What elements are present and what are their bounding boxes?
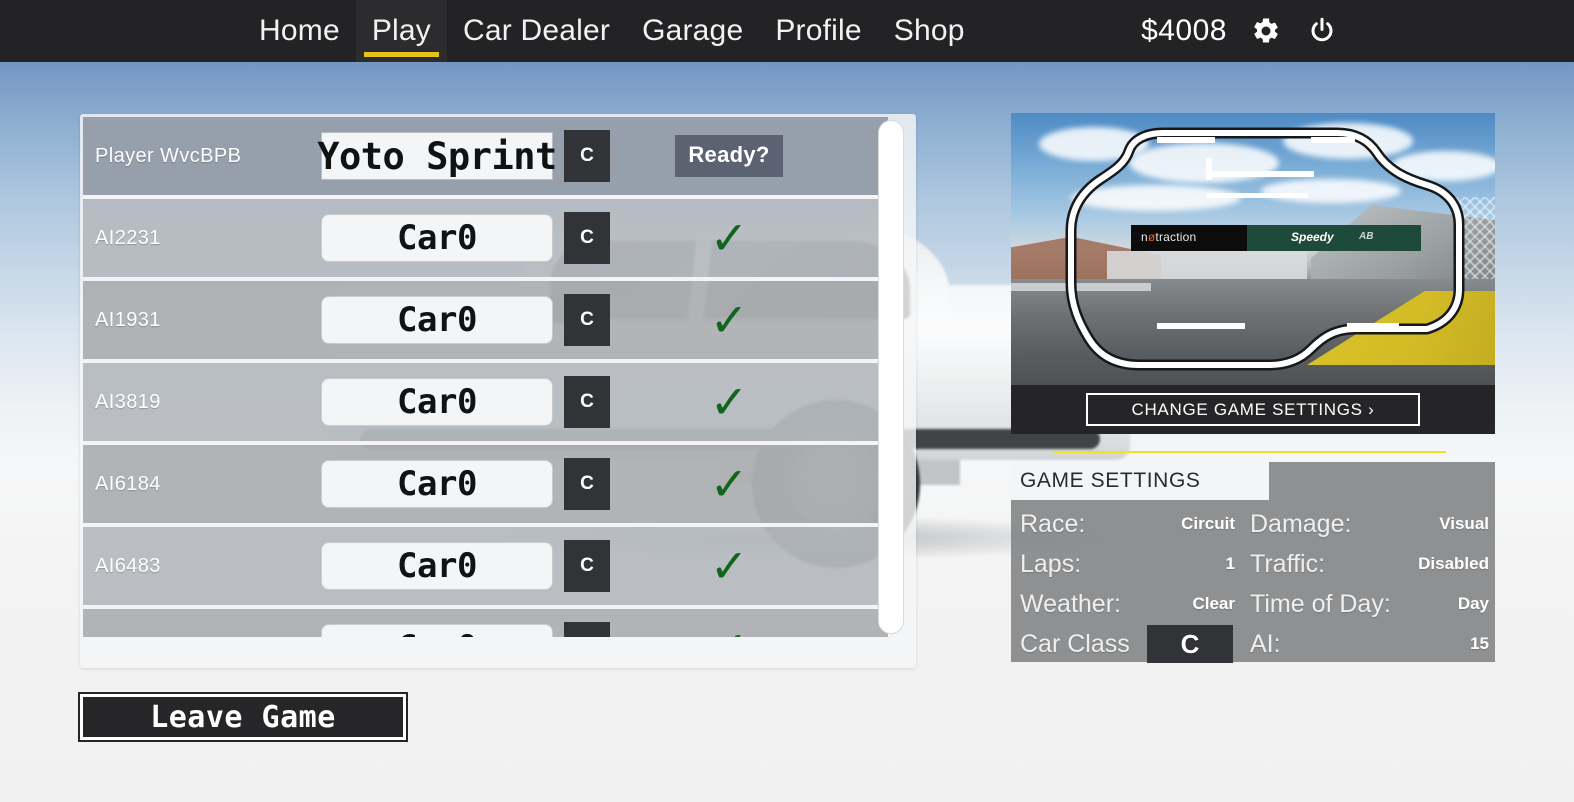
nav-item-shop[interactable]: Shop	[878, 0, 981, 62]
banner-sponsor-speedy: Speedy	[1291, 230, 1334, 244]
player-status-cell: ✓	[610, 379, 888, 425]
car-name-field: Car0	[321, 214, 553, 262]
nav-item-home[interactable]: Home	[243, 0, 356, 62]
car-class-badge: C	[564, 458, 610, 510]
nav-item-profile[interactable]: Profile	[759, 0, 877, 62]
car-class-badge: C	[564, 540, 610, 592]
ready-check-icon: ✓	[710, 625, 749, 637]
accent-divider	[1053, 451, 1446, 453]
car-class-badge: C	[564, 376, 610, 428]
player-list-panel: Player WvcBPB Yoto Sprint C Ready? AI2231 Car…	[80, 114, 916, 668]
car-class-badge: C	[564, 622, 610, 637]
car-name-field: Car0	[321, 624, 553, 637]
setting-label: Laps:	[1020, 550, 1082, 578]
car-class-badge: C	[564, 212, 610, 264]
preview-action-bar: CHANGE GAME SETTINGS ›	[1011, 385, 1495, 434]
nav-item-car-dealer[interactable]: Car Dealer	[447, 0, 626, 62]
player-name: AI6184	[95, 472, 161, 495]
player-name: AI3819	[95, 390, 161, 413]
player-list-viewport: Player WvcBPB Yoto Sprint C Ready? AI2231 Car…	[83, 117, 888, 637]
player-row: Player WvcBPB Yoto Sprint C Ready?	[83, 117, 888, 199]
setting-car-class-chip[interactable]: C	[1139, 624, 1241, 664]
ready-check-icon: ✓	[709, 458, 749, 510]
game-settings-grid: Race: Circuit Damage: Visual Laps: 1 Traffic: D…	[1011, 504, 1495, 664]
road-marking	[1011, 283, 1151, 291]
car-name-field[interactable]: Yoto Sprint	[317, 132, 557, 180]
game-settings-title: GAME SETTINGS	[1011, 462, 1269, 500]
game-settings-panel: GAME SETTINGS Race: Circuit Damage: Visual L…	[1011, 462, 1495, 664]
banner-sponsor-notraction: nøtraction	[1141, 230, 1197, 244]
player-row: AI2231 Car0 C ✓	[83, 199, 888, 281]
player-row: AI1931 Car0 C ✓	[83, 281, 888, 363]
setting-label: Time of Day:	[1250, 590, 1391, 618]
player-status-cell: ✓	[610, 543, 888, 589]
car-class-badge[interactable]: C	[564, 130, 610, 182]
top-right-cluster: $4008	[1141, 0, 1339, 62]
track-preview-panel: nøtraction Speedy AB CHANGE GAME SETTING…	[1011, 113, 1495, 434]
setting-value: Disabled	[1418, 554, 1489, 573]
player-row: AI6184 Car0 C ✓	[83, 445, 888, 527]
setting-value: Clear	[1192, 594, 1235, 613]
car-name-field: Car0	[321, 296, 553, 344]
nav-item-play[interactable]: Play	[355, 0, 447, 62]
nav-item-garage[interactable]: Garage	[626, 0, 759, 62]
ready-check-icon: ✓	[709, 540, 749, 592]
game-lobby-screen: Home Play Car Dealer Garage Profile Shop $400…	[0, 0, 1574, 802]
setting-value: Day	[1457, 594, 1489, 613]
car-name-field: Car0	[321, 378, 553, 426]
setting-label: Car Class	[1020, 630, 1130, 658]
currency-balance: $4008	[1141, 14, 1227, 47]
gear-icon[interactable]	[1249, 14, 1283, 48]
setting-value: Circuit	[1181, 514, 1235, 533]
player-row: AI9938Car0 C ✓	[83, 609, 888, 637]
ready-check-icon: ✓	[709, 212, 749, 264]
player-name: AI1931	[95, 308, 161, 331]
setting-value: Visual	[1439, 514, 1489, 533]
leave-game-button[interactable]: Leave Game	[78, 692, 408, 742]
player-rows: Player WvcBPB Yoto Sprint C Ready? AI2231 Car…	[83, 117, 888, 637]
car-name-field: Car0	[321, 460, 553, 508]
setting-label: Race:	[1020, 510, 1086, 538]
player-status-cell: ✓	[610, 297, 888, 343]
player-name: AI2231	[95, 226, 161, 249]
player-name: Player WvcBPB	[95, 144, 242, 167]
cloud	[1261, 179, 1401, 203]
cloud	[1283, 123, 1413, 159]
power-icon[interactable]	[1305, 14, 1339, 48]
change-game-settings-button[interactable]: CHANGE GAME SETTINGS ›	[1086, 393, 1420, 426]
player-name: AI9938	[83, 637, 321, 638]
player-status-cell: ✓	[610, 461, 888, 507]
cloud	[1391, 151, 1495, 181]
car-name-field: Car0	[321, 542, 553, 590]
setting-label: Weather:	[1020, 590, 1121, 618]
track-photo: nøtraction Speedy AB	[1011, 113, 1495, 385]
player-list-scrollbar[interactable]	[878, 120, 904, 634]
player-row: AI3819 Car0 C ✓	[83, 363, 888, 445]
setting-value: 15	[1470, 634, 1489, 653]
main-nav: Home Play Car Dealer Garage Profile Shop	[243, 0, 981, 62]
player-status-cell: ✓	[610, 215, 888, 261]
car-class-badge: C	[564, 294, 610, 346]
track-banner: nøtraction Speedy AB	[1131, 225, 1421, 251]
player-name: AI6483	[95, 554, 161, 577]
player-row: AI6483 Car0 C ✓	[83, 527, 888, 609]
setting-label: AI:	[1250, 630, 1281, 658]
top-navigation-bar: Home Play Car Dealer Garage Profile Shop $400…	[0, 0, 1574, 62]
player-status-cell: Ready?	[610, 135, 888, 177]
car-class-chip[interactable]: C	[1147, 625, 1233, 663]
setting-value: 1	[1225, 554, 1235, 573]
ready-check-icon: ✓	[709, 294, 749, 346]
cloud	[1071, 185, 1241, 211]
ready-check-icon: ✓	[709, 376, 749, 428]
setting-label: Traffic:	[1250, 550, 1326, 578]
banner-sponsor-ab: AB	[1359, 231, 1374, 242]
ready-button[interactable]: Ready?	[675, 135, 783, 177]
player-status-cell: ✓	[610, 625, 888, 637]
cloud	[1129, 143, 1279, 183]
setting-label: Damage:	[1250, 510, 1352, 538]
